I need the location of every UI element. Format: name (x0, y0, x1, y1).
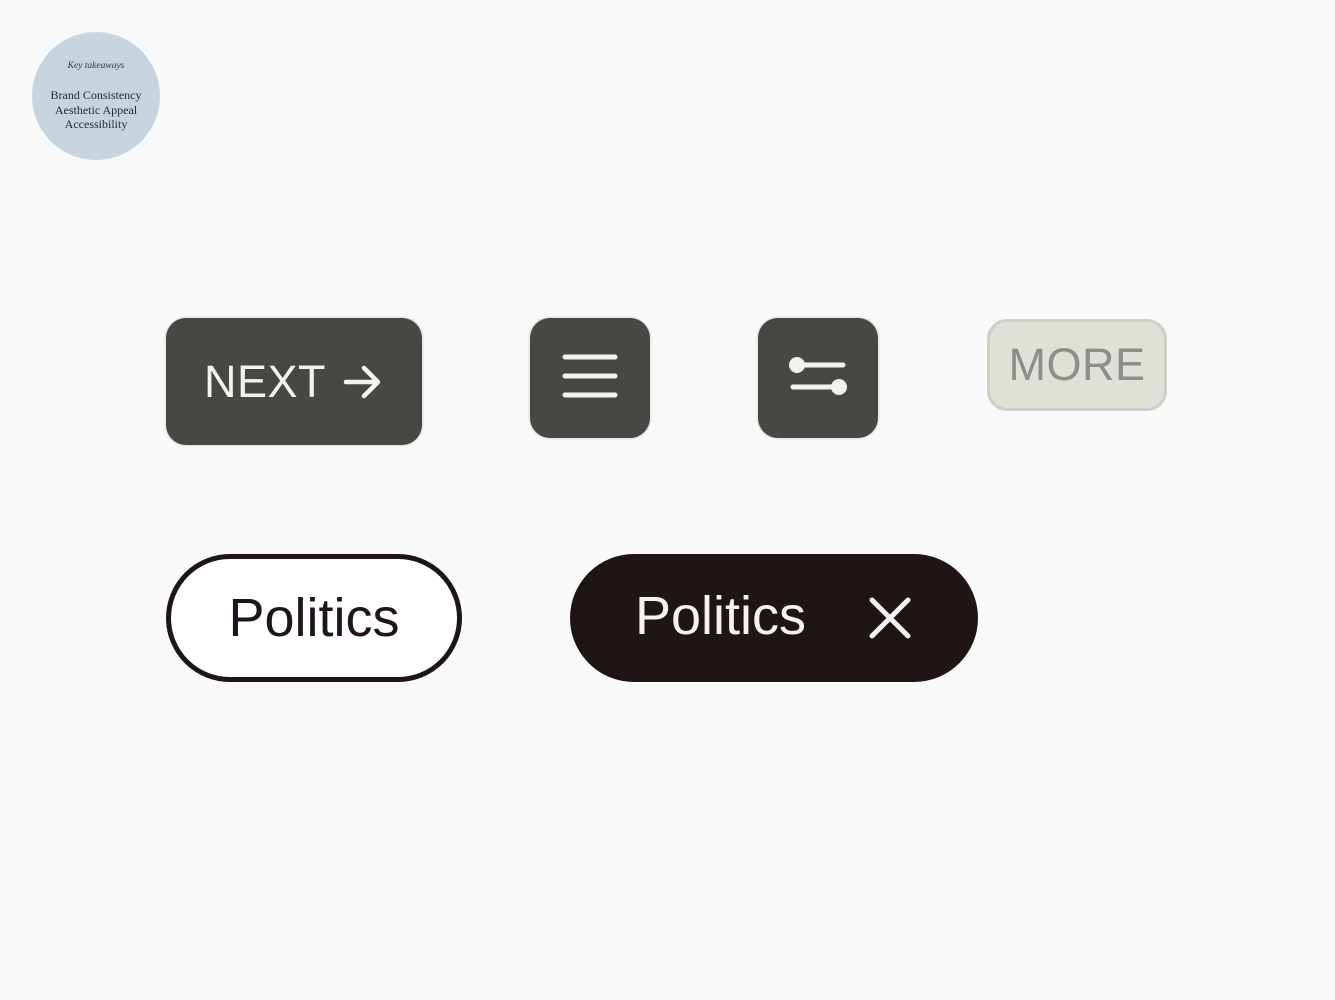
more-button-label: MORE (1008, 339, 1146, 390)
key-takeaways-badge: Key takeaways Brand Consistency Aestheti… (32, 32, 160, 160)
badge-list: Brand Consistency Aesthetic Appeal Acces… (32, 88, 160, 132)
menu-button[interactable] (530, 318, 650, 438)
close-icon[interactable] (864, 592, 916, 644)
more-button[interactable]: MORE (987, 319, 1167, 411)
next-button-label: NEXT (203, 355, 326, 407)
politics-chip[interactable]: Politics (166, 554, 462, 682)
arrow-right-icon (342, 361, 384, 403)
badge-item: Aesthetic Appeal (54, 102, 138, 117)
chip-label: Politics (228, 588, 400, 648)
filter-button[interactable] (758, 318, 878, 438)
badge-item: Brand Consistency (50, 88, 142, 102)
politics-chip-selected[interactable]: Politics (570, 554, 978, 682)
next-button[interactable]: NEXT (166, 318, 422, 445)
badge-title: Key takeaways (67, 61, 125, 71)
chip-label: Politics (635, 586, 807, 646)
badge-item: Accessibility (64, 117, 128, 132)
hamburger-menu-icon (562, 353, 618, 404)
sliders-icon (789, 355, 847, 402)
